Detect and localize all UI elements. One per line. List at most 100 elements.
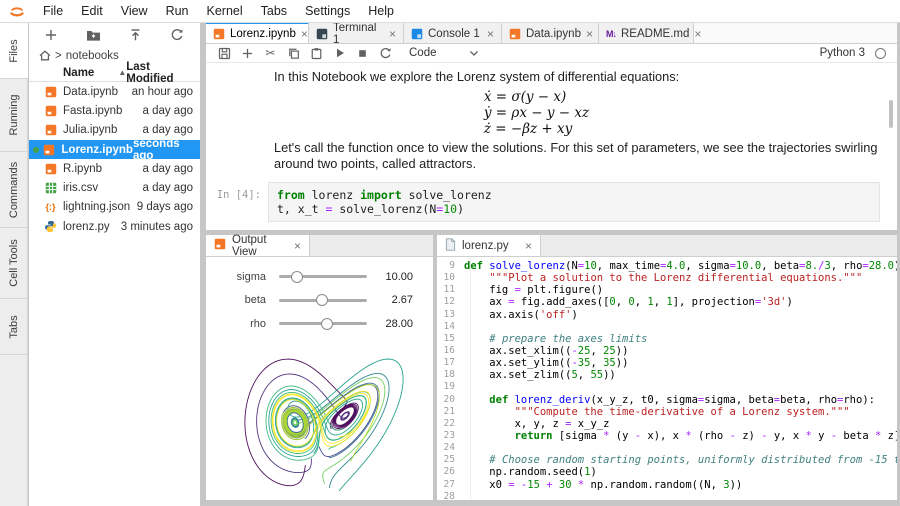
run-cell-button[interactable] xyxy=(332,46,347,61)
file-name: Lorenz.ipynb xyxy=(61,144,133,156)
close-icon[interactable]: × xyxy=(301,28,308,40)
code-cell[interactable]: In [4]: from lorenz import solve_lorenzt… xyxy=(206,182,880,222)
close-icon[interactable]: × xyxy=(525,239,532,253)
kernel-name[interactable]: Python 3 xyxy=(820,47,865,59)
sidebar-tab-cell-tools[interactable]: Cell Tools xyxy=(0,228,27,299)
upload-button[interactable] xyxy=(126,26,144,44)
editor-line[interactable]: 10 """Plot a solution to the Lorenz diff… xyxy=(437,272,897,284)
editor-line[interactable]: 9def solve_lorenz(N=10, max_time=4.0, si… xyxy=(437,260,897,272)
editor-line[interactable]: 27 x0 = -15 + 30 * np.random.random((N, … xyxy=(437,479,897,491)
close-icon[interactable]: × xyxy=(694,28,701,40)
file-browser-toolbar xyxy=(29,23,200,47)
slider-track[interactable] xyxy=(279,322,367,325)
file-modified: 9 days ago xyxy=(137,201,193,213)
editor-line[interactable]: 15 # prepare the axes limits xyxy=(437,333,897,345)
editor-line[interactable]: 25 # Choose random starting points, unif… xyxy=(437,454,897,466)
editor-line[interactable]: 11 fig = plt.figure() xyxy=(437,284,897,296)
file-row[interactable]: Lorenz.ipynbseconds ago xyxy=(29,140,200,159)
file-name: Fasta.ipynb xyxy=(63,105,122,117)
file-row[interactable]: iris.csva day ago xyxy=(29,178,200,197)
menu-edit[interactable]: Edit xyxy=(72,4,112,18)
menu-settings[interactable]: Settings xyxy=(296,4,359,18)
tab-output-view[interactable]: Output View × xyxy=(206,235,310,256)
restart-kernel-button[interactable] xyxy=(378,46,393,61)
notebook-scrollbar[interactable] xyxy=(889,100,893,128)
slider-track[interactable] xyxy=(279,275,367,278)
sidebar-tab-running[interactable]: Running xyxy=(0,79,27,152)
editor-line[interactable]: 23 return [sigma * (y - x), x * (rho - z… xyxy=(437,430,897,442)
slider-handle[interactable] xyxy=(291,271,303,283)
tab-label: Lorenz.ipynb xyxy=(230,28,296,40)
editor-content[interactable]: 9def solve_lorenz(N=10, max_time=4.0, si… xyxy=(437,257,897,500)
paste-cells-button[interactable] xyxy=(309,46,324,61)
menu-tabs[interactable]: Tabs xyxy=(252,4,296,18)
add-cell-button[interactable] xyxy=(240,46,255,61)
line-number: 20 xyxy=(437,394,464,406)
file-row[interactable]: Data.ipynban hour ago xyxy=(29,82,200,101)
json-file-icon: {:} xyxy=(43,200,58,214)
sidebar-tab-commands[interactable]: Commands xyxy=(0,152,27,228)
cell-type-dropdown[interactable]: Code xyxy=(409,47,437,59)
editor-line[interactable]: 13 ax.axis('off') xyxy=(437,309,897,321)
close-icon[interactable]: × xyxy=(389,28,396,40)
tab-label: Output View xyxy=(232,234,288,258)
close-icon[interactable]: × xyxy=(294,239,301,253)
tab-lorenz-ipynb[interactable]: Lorenz.ipynb × xyxy=(206,22,309,43)
file-row[interactable]: {:}lightning.json9 days ago xyxy=(29,198,200,217)
editor-line[interactable]: 26 np.random.seed(1) xyxy=(437,466,897,478)
sort-ascending-icon[interactable]: ▲ xyxy=(118,68,126,77)
cut-cells-button[interactable]: ✂ xyxy=(263,46,278,61)
editor-line[interactable]: 17 ax.set_ylim((-35, 35)) xyxy=(437,357,897,369)
save-button[interactable] xyxy=(217,46,232,61)
sidebar-tab-tabs[interactable]: Tabs xyxy=(0,299,27,355)
chevron-down-icon[interactable] xyxy=(469,50,479,57)
slider-row-sigma: sigma10.00 xyxy=(206,265,433,289)
home-icon[interactable] xyxy=(39,50,51,61)
editor-line[interactable]: 19 xyxy=(437,381,897,393)
column-last-modified[interactable]: Last Modified xyxy=(126,61,193,85)
code-editor[interactable]: 9def solve_lorenz(N=10, max_time=4.0, si… xyxy=(437,257,897,500)
editor-line[interactable]: 12 ax = fig.add_axes([0, 0, 1, 1], proje… xyxy=(437,296,897,308)
editor-line[interactable]: 14 xyxy=(437,321,897,333)
editor-line[interactable]: 28 xyxy=(437,491,897,500)
editor-line[interactable]: 22 x, y, z = x_y_z xyxy=(437,418,897,430)
file-row[interactable]: R.ipynba day ago xyxy=(29,159,200,178)
stop-kernel-button[interactable] xyxy=(355,46,370,61)
tab-console-1[interactable]: Console 1× xyxy=(404,22,502,43)
line-number: 21 xyxy=(437,406,464,418)
editor-line[interactable]: 24 xyxy=(437,442,897,454)
editor-line[interactable]: 21 """Compute the time-derivative of a L… xyxy=(437,406,897,418)
close-icon[interactable]: × xyxy=(586,28,593,40)
file-modified: a day ago xyxy=(142,182,193,194)
new-launcher-button[interactable] xyxy=(42,26,60,44)
new-folder-button[interactable] xyxy=(84,26,102,44)
editor-line[interactable]: 18 ax.set_zlim((5, 55)) xyxy=(437,369,897,381)
slider-track[interactable] xyxy=(279,299,367,302)
tab-terminal-1[interactable]: Terminal 1× xyxy=(309,22,404,43)
menu-file[interactable]: File xyxy=(34,4,72,18)
breadcrumb-folder[interactable]: notebooks xyxy=(66,50,119,62)
file-row[interactable]: Fasta.ipynba day ago xyxy=(29,101,200,120)
menu-view[interactable]: View xyxy=(112,4,157,18)
editor-line[interactable]: 20 def lorenz_deriv(x_y_z, t0, sigma=sig… xyxy=(437,394,897,406)
cell-prompt: In [4]: xyxy=(206,182,268,222)
slider-handle[interactable] xyxy=(316,294,328,306)
kernel-status-icon[interactable] xyxy=(875,48,886,59)
menu-help[interactable]: Help xyxy=(359,4,403,18)
tab-lorenz-py[interactable]: lorenz.py × xyxy=(437,235,541,256)
tab-readme-md[interactable]: M↓README.md× xyxy=(599,22,694,43)
notebook-toolbar: ✂ Code Python 3 xyxy=(206,44,897,63)
tab-data-ipynb[interactable]: Data.ipynb× xyxy=(502,22,599,43)
refresh-button[interactable] xyxy=(168,26,186,44)
slider-handle[interactable] xyxy=(321,318,333,330)
copy-cells-button[interactable] xyxy=(286,46,301,61)
editor-line[interactable]: 16 ax.set_xlim((-25, 25)) xyxy=(437,345,897,357)
file-row[interactable]: lorenz.py3 minutes ago xyxy=(29,217,200,236)
cell-editor[interactable]: from lorenz import solve_lorenzt, x_t = … xyxy=(268,182,880,222)
menu-kernel[interactable]: Kernel xyxy=(198,4,252,18)
menu-run[interactable]: Run xyxy=(157,4,198,18)
close-icon[interactable]: × xyxy=(487,28,494,40)
column-name[interactable]: Name xyxy=(63,67,94,79)
sidebar-tab-files[interactable]: Files xyxy=(0,23,28,79)
line-number: 23 xyxy=(437,430,464,442)
